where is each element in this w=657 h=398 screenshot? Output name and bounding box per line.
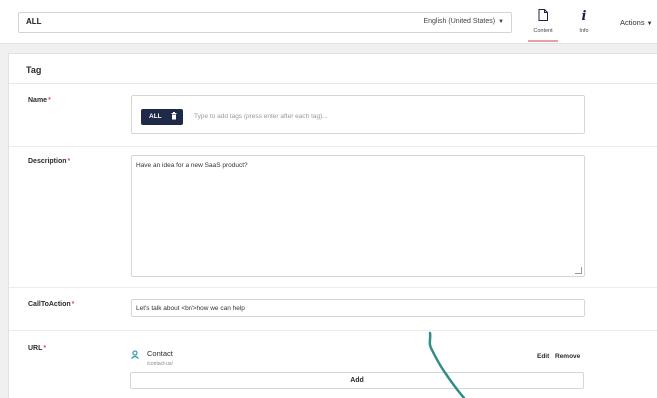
call-to-action-input[interactable]: Let's talk about <br/>how we can help — [131, 299, 585, 317]
edit-link[interactable]: Edit — [537, 353, 549, 360]
actions-menu-button[interactable]: Actions ▼ — [620, 18, 653, 27]
active-tab-indicator — [528, 40, 558, 42]
tags-input[interactable]: ALL Type to add tags (press enter after … — [131, 95, 585, 134]
edit-panel: Tag Name* ALL Type to add tags (press en… — [8, 53, 657, 398]
name-label: Name* — [28, 97, 51, 104]
node-name-field[interactable]: ALL English (United States) ▼ — [18, 12, 512, 33]
node-name-value: ALL — [26, 17, 42, 26]
language-label: English (United States) — [423, 18, 496, 25]
remove-link[interactable]: Remove — [555, 353, 580, 360]
info-icon: i — [581, 9, 587, 24]
link-icon — [131, 350, 139, 361]
tags-placeholder: Type to add tags (press enter after each… — [194, 113, 328, 120]
call-to-action-value: Let's talk about <br/>how we can help — [136, 305, 245, 312]
url-item-title[interactable]: Contact — [147, 349, 173, 358]
call-to-action-label: CallToAction* — [28, 301, 75, 308]
caret-down-icon: ▼ — [646, 21, 653, 27]
description-textarea[interactable]: Have an idea for a new SaaS product? — [131, 155, 585, 277]
document-icon — [526, 8, 560, 26]
divider — [9, 83, 657, 84]
panel-title: Tag — [26, 65, 42, 75]
tab-content[interactable]: Content — [526, 8, 560, 42]
description-label: Description* — [28, 158, 71, 165]
top-bar: ALL English (United States) ▼ Content i I… — [0, 0, 657, 44]
tag-chip-label: ALL — [149, 113, 162, 120]
tab-info[interactable]: i Info — [567, 8, 601, 42]
actions-label: Actions — [620, 18, 645, 27]
url-label: URL* — [28, 345, 47, 352]
tab-content-label: Content — [533, 28, 553, 34]
add-url-button[interactable]: Add — [130, 372, 584, 389]
divider — [9, 146, 657, 147]
divider — [9, 330, 657, 331]
resize-handle-icon[interactable] — [575, 267, 582, 274]
language-selector[interactable]: English (United States) ▼ — [423, 18, 504, 25]
description-value: Have an idea for a new SaaS product? — [136, 162, 248, 169]
tab-info-label: Info — [579, 28, 589, 34]
divider — [9, 287, 657, 288]
url-item-path: /contact-us/ — [147, 361, 173, 367]
tag-chip[interactable]: ALL — [141, 109, 183, 125]
trash-icon[interactable] — [171, 112, 177, 122]
caret-down-icon: ▼ — [498, 19, 504, 25]
